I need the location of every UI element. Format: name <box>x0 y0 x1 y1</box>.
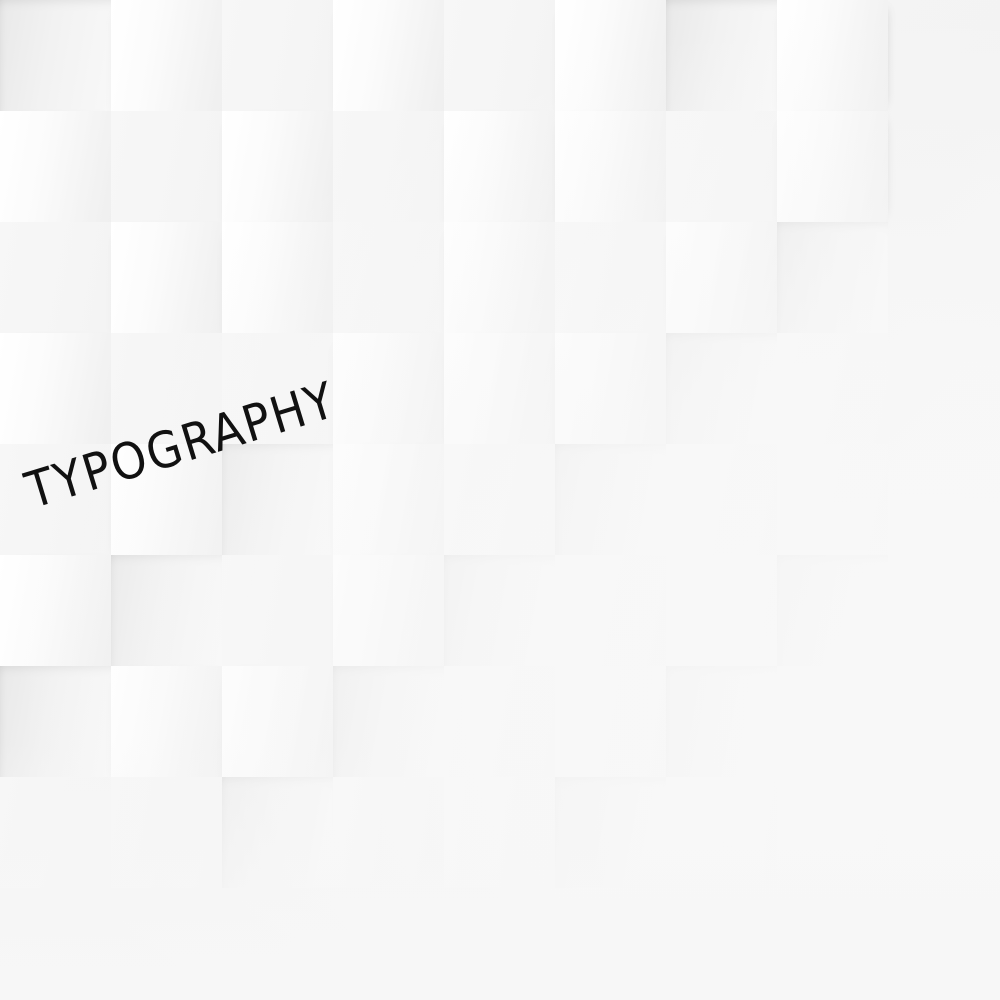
paper-tile <box>111 111 222 222</box>
paper-tile <box>444 444 555 555</box>
paper-tile <box>111 555 222 666</box>
paper-tile <box>111 222 222 333</box>
paper-tile <box>222 555 333 666</box>
paper-tile <box>444 111 555 222</box>
paper-tile <box>0 111 111 222</box>
paper-tile-pattern <box>0 0 1000 1000</box>
paper-tile <box>222 444 333 555</box>
paper-tile <box>333 0 444 111</box>
paper-tile <box>777 111 888 222</box>
paper-tile <box>444 666 555 777</box>
paper-tile <box>333 666 444 777</box>
paper-tile <box>444 0 555 111</box>
paper-tile <box>555 555 666 666</box>
paper-tile <box>555 444 666 555</box>
paper-tile <box>666 111 777 222</box>
paper-tile <box>777 333 888 444</box>
paper-tile <box>444 333 555 444</box>
paper-tile <box>111 666 222 777</box>
paper-tile <box>0 222 111 333</box>
paper-tile <box>444 777 555 888</box>
paper-tile <box>777 444 888 555</box>
paper-tile <box>0 333 111 444</box>
paper-tile <box>111 777 222 888</box>
paper-tile <box>666 666 777 777</box>
paper-tile <box>555 0 666 111</box>
paper-tile <box>222 111 333 222</box>
paper-tile <box>333 222 444 333</box>
paper-tile <box>333 444 444 555</box>
paper-tile <box>777 555 888 666</box>
paper-tile <box>777 0 888 111</box>
paper-tile <box>555 666 666 777</box>
background-canvas: TYPOGRAPHY <box>0 0 1000 1000</box>
paper-tile <box>0 555 111 666</box>
paper-tile <box>666 777 777 888</box>
paper-tile <box>666 0 777 111</box>
paper-tile <box>0 666 111 777</box>
paper-tile <box>777 666 888 777</box>
paper-tile <box>222 222 333 333</box>
paper-tile <box>111 0 222 111</box>
paper-tile <box>222 666 333 777</box>
paper-tile <box>222 0 333 111</box>
paper-tile <box>666 444 777 555</box>
paper-tile <box>0 0 111 111</box>
paper-tile <box>666 333 777 444</box>
paper-tile <box>555 111 666 222</box>
paper-tile <box>555 333 666 444</box>
paper-tile <box>333 555 444 666</box>
paper-tile <box>333 777 444 888</box>
paper-tile <box>444 555 555 666</box>
paper-tile <box>666 555 777 666</box>
paper-tile <box>777 777 888 888</box>
paper-tile <box>555 222 666 333</box>
paper-tile <box>444 222 555 333</box>
paper-tile <box>666 222 777 333</box>
paper-tile <box>222 777 333 888</box>
paper-tile <box>0 777 111 888</box>
paper-tile <box>333 111 444 222</box>
paper-tile <box>555 777 666 888</box>
paper-tile <box>333 333 444 444</box>
paper-tile <box>777 222 888 333</box>
